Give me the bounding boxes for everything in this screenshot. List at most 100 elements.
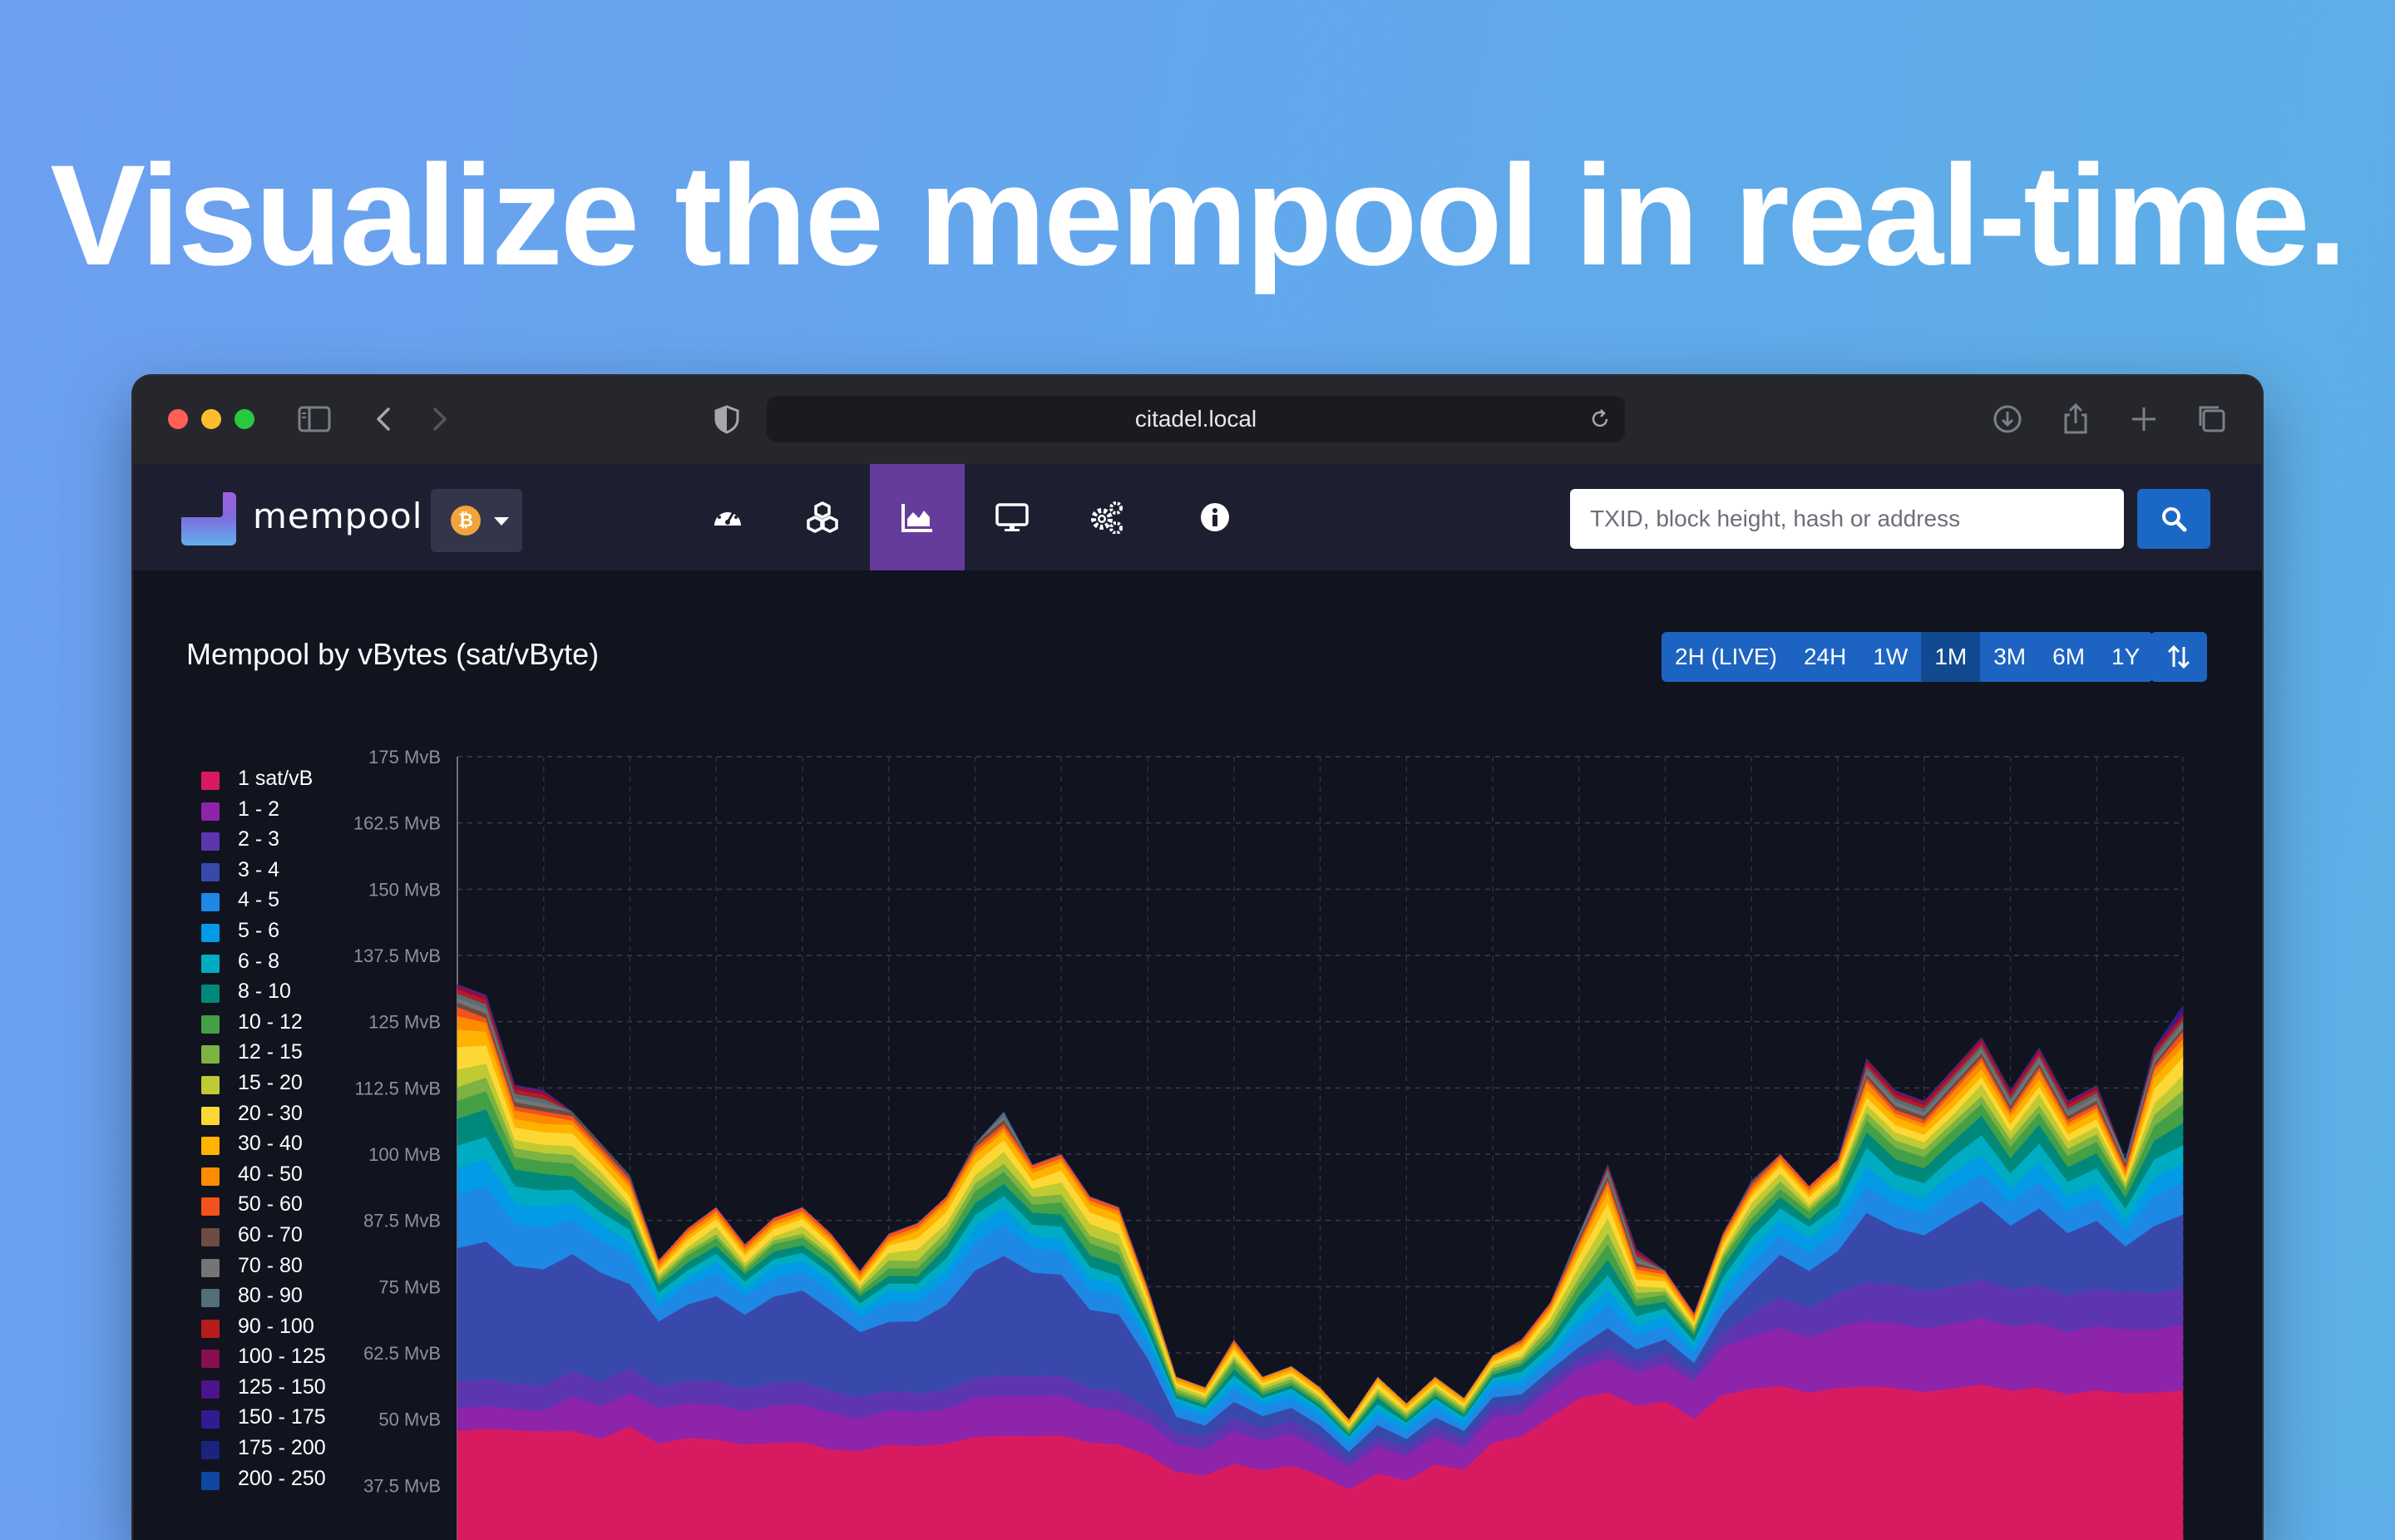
y-tick-label: 162.5 MvB (353, 813, 441, 834)
legend-label: 6 - 8 (238, 949, 280, 973)
back-icon[interactable] (366, 401, 402, 437)
reload-icon[interactable] (1587, 406, 1613, 432)
legend-label: 20 - 30 (238, 1101, 303, 1125)
network-selector-button[interactable]: ₿ (431, 489, 522, 552)
browser-window: citadel.local mempool ₿ TXID, block heig… (133, 376, 2262, 1540)
legend-swatch (201, 832, 220, 851)
browser-titlebar: citadel.local (133, 376, 2262, 466)
legend-label: 200 - 250 (238, 1466, 326, 1490)
nav-about[interactable] (1168, 464, 1262, 570)
legend-label: 1 sat/vB (238, 767, 314, 790)
legend-swatch (201, 862, 220, 881)
invert-order-button[interactable] (2151, 632, 2207, 682)
dashboard-gauge-icon (714, 507, 741, 526)
legend-swatch (201, 1350, 220, 1369)
share-icon[interactable] (2057, 401, 2094, 437)
info-icon (1201, 503, 1229, 531)
new-tab-icon[interactable] (2126, 401, 2162, 437)
legend-swatch (201, 1258, 220, 1277)
legend-label: 80 - 90 (238, 1284, 303, 1308)
sort-arrows-icon (2167, 644, 2190, 669)
range-1y-button[interactable]: 1Y (2098, 632, 2154, 682)
area-chart-icon (901, 504, 932, 532)
mempool-logo-icon[interactable] (181, 492, 236, 545)
legend-swatch (201, 1227, 220, 1246)
minimize-window-button[interactable] (201, 409, 221, 429)
y-tick-label: 62.5 MvB (363, 1343, 441, 1364)
legend-swatch (201, 1410, 220, 1429)
legend-label: 50 - 60 (238, 1192, 303, 1217)
nav-tv-view[interactable] (965, 464, 1059, 570)
legend-swatch (201, 1319, 220, 1338)
y-tick-label: 37.5 MvB (363, 1475, 441, 1496)
legend-swatch (201, 1197, 220, 1217)
y-tick-label: 150 MvB (368, 879, 441, 900)
time-range-selector: 2H (LIVE) 24H 1W 1M 3M 6M 1Y (1662, 632, 2154, 682)
legend-swatch (201, 1167, 220, 1186)
legend-swatch (201, 1471, 220, 1490)
legend-label: 125 - 150 (238, 1375, 326, 1399)
nav-settings[interactable] (1059, 464, 1154, 570)
y-tick-label: 87.5 MvB (363, 1211, 441, 1232)
cogs-icon (1091, 501, 1123, 534)
brand-name[interactable]: mempool (253, 496, 422, 536)
legend-swatch (201, 1380, 220, 1399)
y-tick-label: 175 MvB (368, 747, 441, 768)
range-1m-button[interactable]: 1M (1921, 632, 1981, 682)
legend-label: 100 - 125 (238, 1345, 326, 1369)
url-text: citadel.local (1134, 406, 1257, 432)
forward-icon[interactable] (421, 401, 457, 437)
nav-dashboard[interactable] (680, 464, 775, 570)
y-tick-label: 125 MvB (368, 1012, 441, 1033)
legend-label: 90 - 100 (238, 1314, 314, 1338)
sidebar-toggle-icon[interactable] (296, 401, 333, 437)
legend-label: 4 - 5 (238, 888, 280, 912)
legend-label: 12 - 15 (238, 1040, 303, 1064)
address-bar[interactable]: citadel.local (767, 396, 1625, 442)
legend-label: 150 - 175 (238, 1405, 326, 1429)
range-6m-button[interactable]: 6M (2039, 632, 2099, 682)
range-2h-live-button[interactable]: 2H (LIVE) (1662, 632, 1790, 682)
y-tick-label: 100 MvB (368, 1144, 441, 1165)
legend-swatch (201, 1441, 220, 1460)
headline: Visualize the mempool in real-time. (50, 136, 2347, 295)
legend-label: 60 - 70 (238, 1222, 303, 1246)
range-24h-button[interactable]: 24H (1790, 632, 1860, 682)
legend-label: 5 - 6 (238, 918, 280, 942)
y-tick-label: 112.5 MvB (354, 1078, 441, 1098)
chart-title: Mempool by vBytes (sat/vByte) (186, 637, 600, 671)
legend-swatch (201, 802, 220, 821)
close-window-button[interactable] (168, 409, 188, 429)
legend-swatch (201, 893, 220, 912)
tabs-overview-icon[interactable] (2194, 401, 2230, 437)
legend-swatch (201, 1045, 220, 1064)
legend-swatch (201, 1289, 220, 1308)
search-input[interactable] (1570, 489, 2124, 549)
legend-label: 175 - 200 (238, 1436, 326, 1460)
legend-swatch (201, 954, 220, 973)
legend-swatch (201, 1137, 220, 1156)
legend-label: 15 - 20 (238, 1070, 303, 1094)
legend-swatch (201, 1014, 220, 1034)
search-button[interactable] (2137, 489, 2210, 549)
nav-graphs[interactable] (870, 464, 965, 570)
search-icon (2162, 507, 2187, 532)
legend-label: 70 - 80 (238, 1253, 303, 1277)
nav-blocks[interactable] (775, 464, 870, 570)
legend-swatch (201, 1106, 220, 1125)
shield-icon[interactable] (709, 401, 745, 437)
legend-swatch (201, 772, 220, 790)
mempool-area-chart[interactable]: 175 MvB 162.5 MvB 150 MvB 137.5 MvB 125 MvB 1… (133, 570, 2262, 1540)
legend-label: 2 - 3 (238, 827, 280, 851)
mempool-navbar: mempool ₿ (133, 464, 2262, 570)
range-3m-button[interactable]: 3M (1980, 632, 2040, 682)
y-tick-label: 50 MvB (378, 1409, 441, 1430)
download-icon[interactable] (1989, 401, 2026, 437)
range-1w-button[interactable]: 1W (1859, 632, 1922, 682)
y-tick-label: 137.5 MvB (353, 945, 441, 966)
bitcoin-icon: ₿ (451, 506, 481, 536)
legend-swatch (201, 985, 220, 1004)
zoom-window-button[interactable] (235, 409, 254, 429)
graphs-page: 175 MvB 162.5 MvB 150 MvB 137.5 MvB 125 MvB 1… (133, 570, 2262, 1540)
legend-label: 3 - 4 (238, 857, 280, 881)
